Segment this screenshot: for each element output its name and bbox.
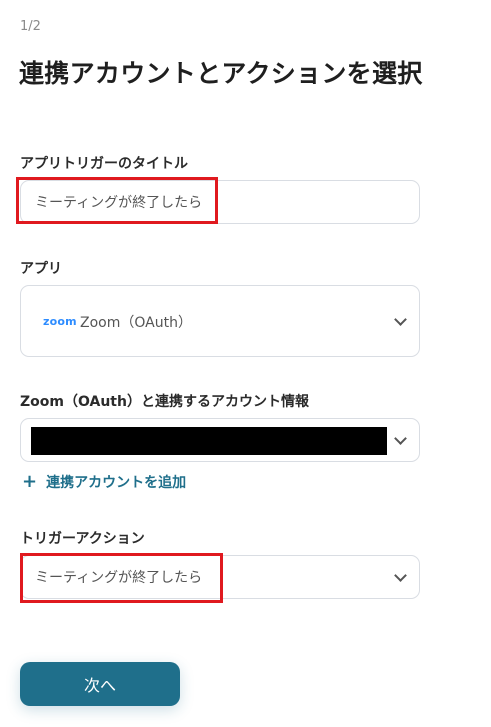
chevron-down-icon [394,313,407,326]
next-button[interactable]: 次へ [20,662,180,706]
app-select[interactable]: zoom Zoom（OAuth） [20,285,420,357]
trigger-title-label: アプリトリガーのタイトル [20,156,188,172]
account-select[interactable] [20,418,420,462]
masked-account-value [31,427,387,455]
step-indicator: 1/2 [20,19,41,34]
add-account-label: 連携アカウントを追加 [46,475,187,491]
plus-icon: + [22,471,38,492]
highlight-box [20,553,223,603]
chevron-down-icon [394,432,407,445]
trigger-action-label: トリガーアクション [20,531,145,547]
highlight-box [16,177,218,224]
zoom-logo-icon: zoom [43,315,77,328]
add-account-link[interactable]: + 連携アカウントを追加 [22,472,186,492]
page-title: 連携アカウントとアクションを選択 [19,59,423,88]
chevron-down-icon [394,569,407,582]
app-label: アプリ [20,261,62,277]
account-label: Zoom（OAuth）と連携するアカウント情報 [20,394,309,410]
app-value: Zoom（OAuth） [80,315,192,331]
